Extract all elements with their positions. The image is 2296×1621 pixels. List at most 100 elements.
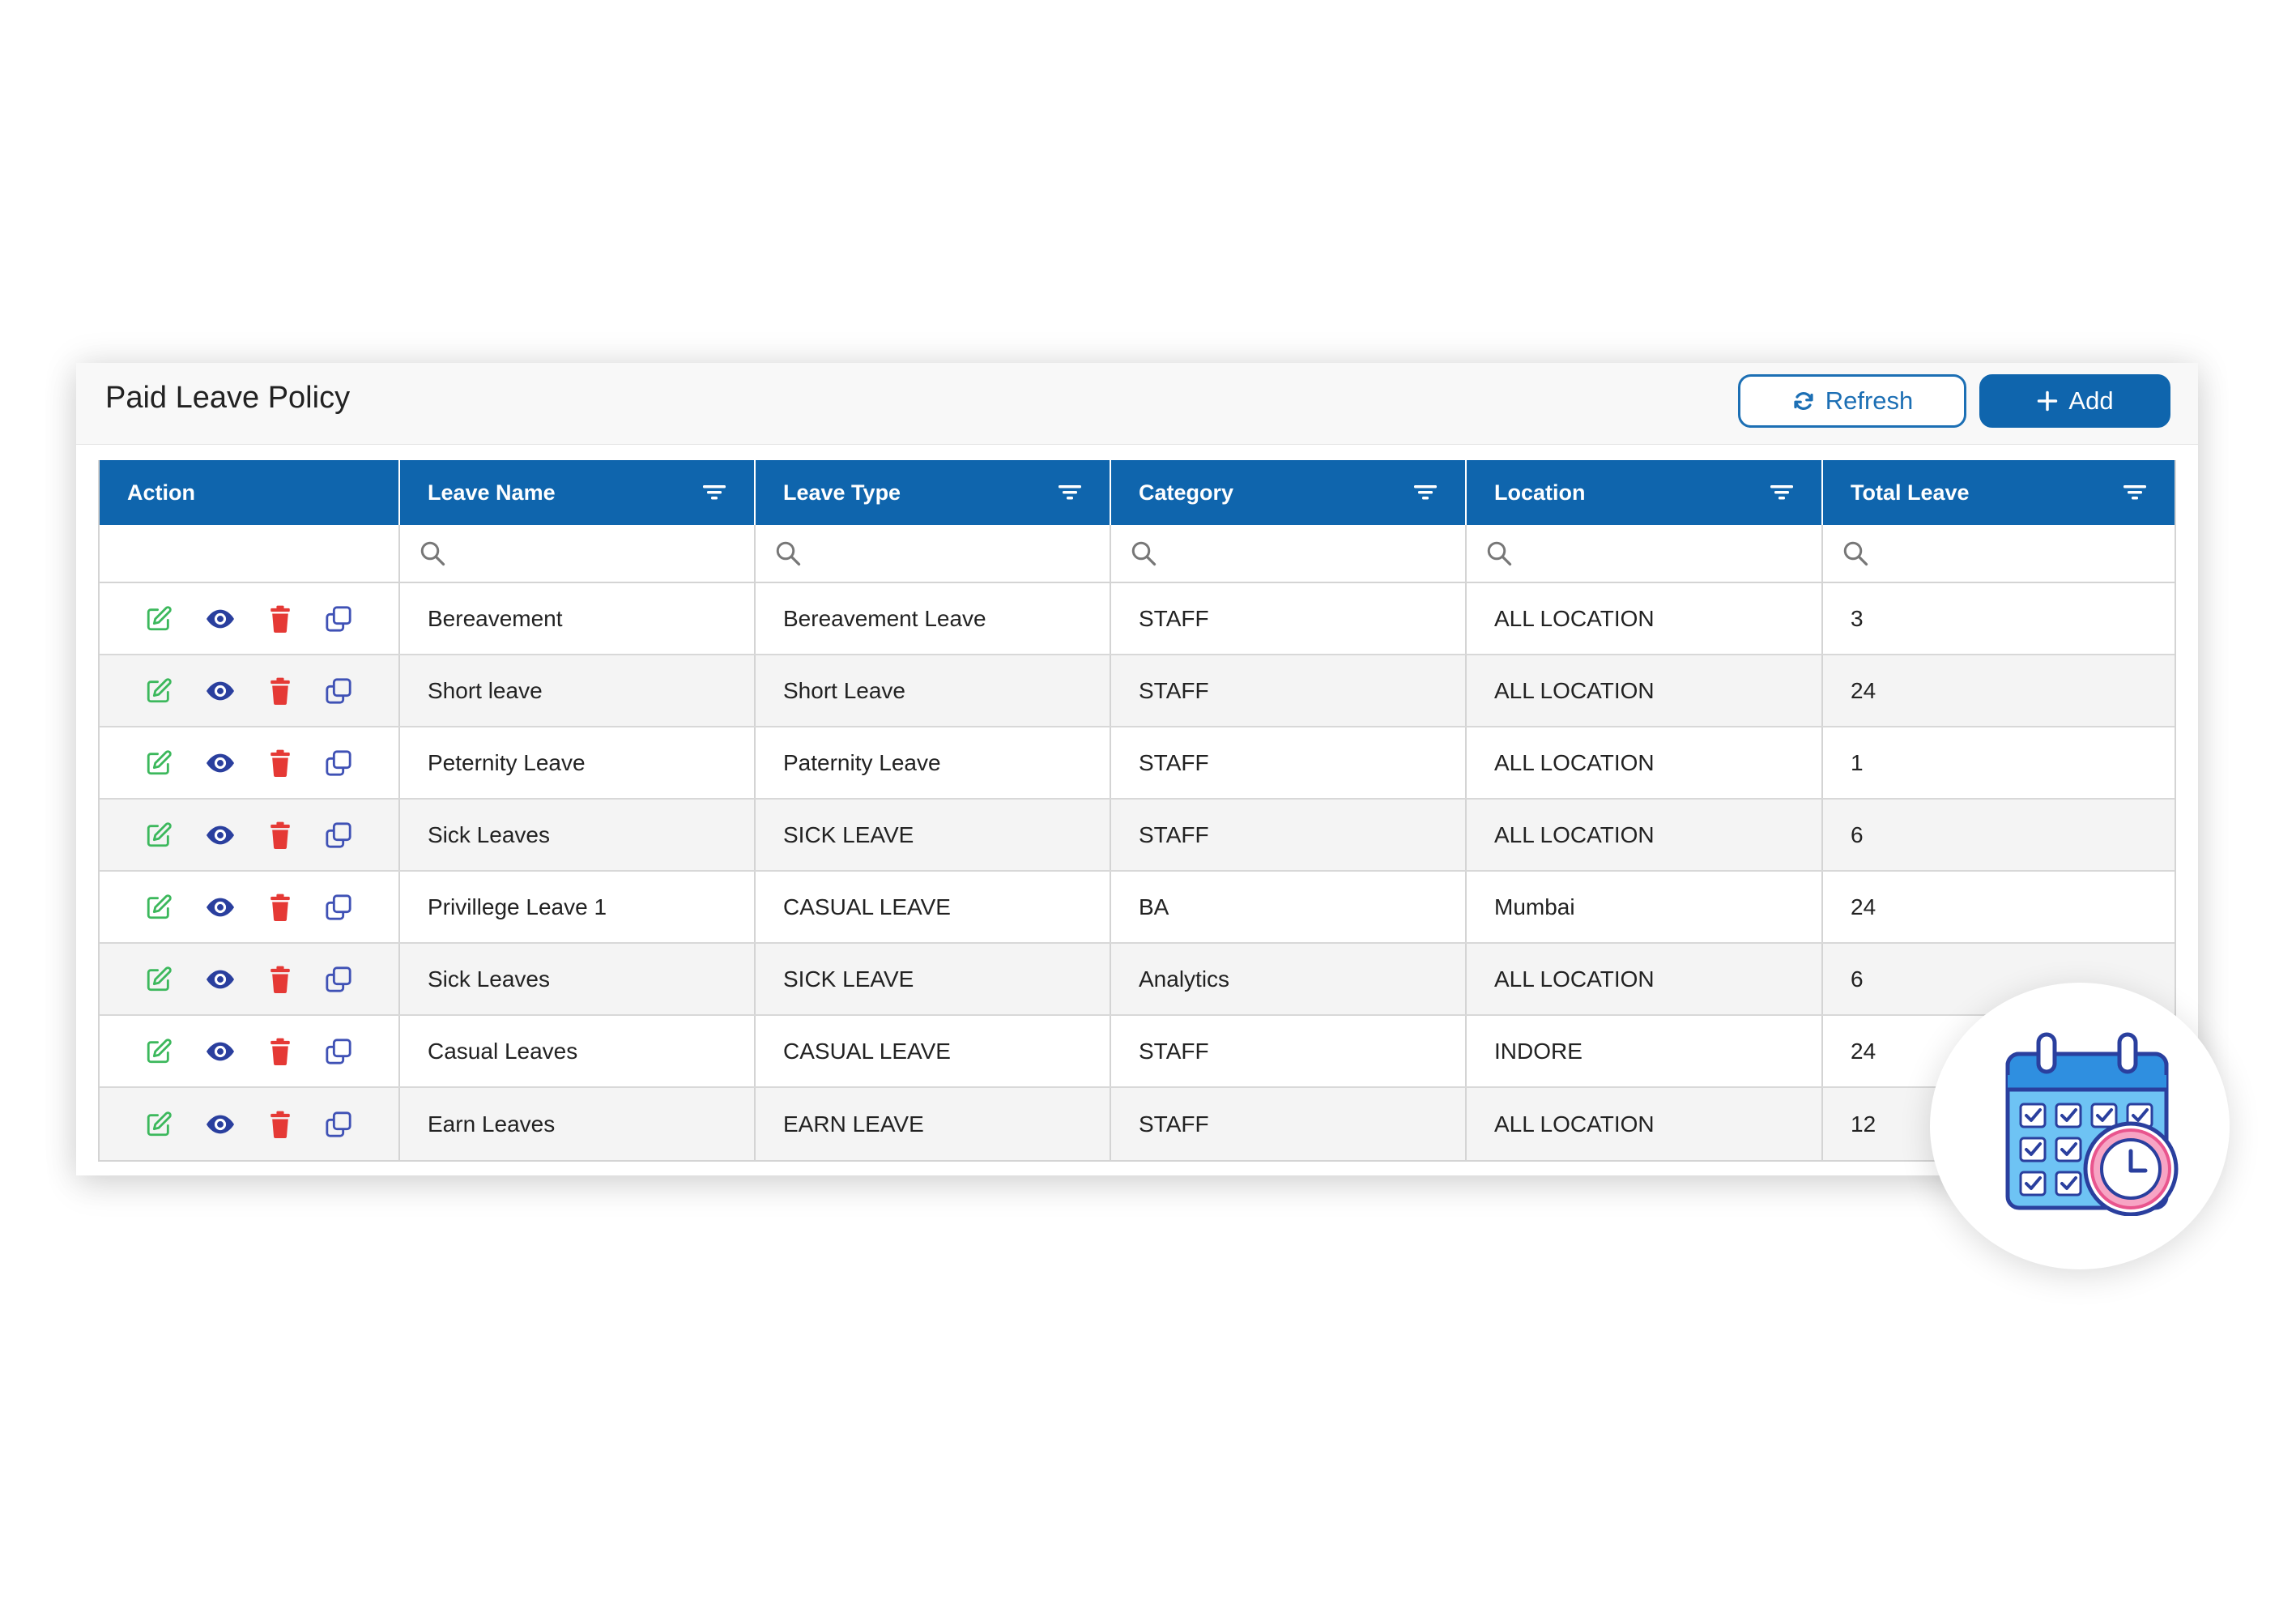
column-header-total-leave[interactable]: Total Leave	[1823, 460, 2175, 525]
copy-icon[interactable]	[325, 605, 352, 633]
leave-name-cell: Privillege Leave 1	[400, 872, 756, 942]
copy-icon[interactable]	[325, 894, 352, 921]
row-actions	[100, 800, 400, 870]
row-actions	[100, 655, 400, 726]
search-icon	[776, 541, 801, 566]
leave-type-cell: CASUAL LEAVE	[756, 872, 1111, 942]
category-cell: BA	[1111, 872, 1467, 942]
edit-icon[interactable]	[145, 821, 173, 849]
location-cell: ALL LOCATION	[1467, 655, 1823, 726]
leave-type-cell: CASUAL LEAVE	[756, 1016, 1111, 1086]
location-cell: ALL LOCATION	[1467, 800, 1823, 870]
search-icon	[1487, 541, 1512, 566]
paid-leave-policy-panel: Paid Leave Policy Refresh Add Action Lea…	[76, 363, 2198, 1175]
edit-icon[interactable]	[145, 749, 173, 777]
location-cell: INDORE	[1467, 1016, 1823, 1086]
category-cell: STAFF	[1111, 583, 1467, 654]
column-header-location[interactable]: Location	[1467, 460, 1823, 525]
filter-icon[interactable]	[2123, 483, 2147, 502]
eye-icon[interactable]	[205, 1038, 236, 1065]
eye-icon[interactable]	[205, 966, 236, 993]
column-header-action: Action	[100, 460, 400, 525]
copy-icon[interactable]	[325, 749, 352, 777]
category-cell: STAFF	[1111, 1088, 1467, 1160]
refresh-icon	[1794, 391, 1813, 411]
location-cell: Mumbai	[1467, 872, 1823, 942]
calendar-clock-icon	[2005, 1032, 2179, 1216]
leave-type-cell: Short Leave	[756, 655, 1111, 726]
location-cell: ALL LOCATION	[1467, 944, 1823, 1014]
column-header-leave-name[interactable]: Leave Name	[400, 460, 756, 525]
page-title: Paid Leave Policy	[105, 381, 351, 415]
copy-icon[interactable]	[325, 966, 352, 993]
column-header-category[interactable]: Category	[1111, 460, 1467, 525]
total-leave-cell: 24	[1851, 677, 1876, 703]
edit-icon[interactable]	[145, 894, 173, 921]
location-cell: ALL LOCATION	[1467, 583, 1823, 654]
row-actions	[100, 944, 400, 1014]
trash-icon[interactable]	[268, 1038, 292, 1065]
refresh-button[interactable]: Refresh	[1738, 374, 1966, 428]
edit-icon[interactable]	[145, 1111, 173, 1138]
filter-icon[interactable]	[1770, 483, 1794, 502]
search-input-location[interactable]	[1467, 525, 1823, 582]
trash-icon[interactable]	[268, 605, 292, 633]
eye-icon[interactable]	[205, 821, 236, 849]
leave-policy-table: Action Leave Name Leave Type Category Lo…	[98, 460, 2176, 1162]
search-icon	[1843, 541, 1868, 566]
table-row: Bereavement Bereavement Leave STAFF ALL …	[100, 583, 2175, 655]
trash-icon[interactable]	[268, 821, 292, 849]
trash-icon[interactable]	[268, 677, 292, 705]
leave-name-cell: Short leave	[400, 655, 756, 726]
edit-icon[interactable]	[145, 677, 173, 705]
leave-type-cell: Bereavement Leave	[756, 583, 1111, 654]
eye-icon[interactable]	[205, 677, 236, 705]
location-cell: ALL LOCATION	[1467, 727, 1823, 798]
row-actions	[100, 583, 400, 654]
leave-name-cell: Peternity Leave	[400, 727, 756, 798]
category-cell: STAFF	[1111, 655, 1467, 726]
row-actions	[100, 727, 400, 798]
copy-icon[interactable]	[325, 1038, 352, 1065]
search-input-leave-type[interactable]	[756, 525, 1111, 582]
trash-icon[interactable]	[268, 894, 292, 921]
refresh-button-label: Refresh	[1825, 386, 1914, 415]
search-input-leave-name[interactable]	[400, 525, 756, 582]
add-button[interactable]: Add	[1979, 374, 2170, 428]
leave-name-cell: Bereavement	[400, 583, 756, 654]
edit-icon[interactable]	[145, 605, 173, 633]
table-search-row	[100, 525, 2175, 583]
category-cell: STAFF	[1111, 1016, 1467, 1086]
table-row: Sick Leaves SICK LEAVE STAFF ALL LOCATIO…	[100, 800, 2175, 872]
filter-icon[interactable]	[1058, 483, 1082, 502]
column-header-leave-type[interactable]: Leave Type	[756, 460, 1111, 525]
leave-type-cell: SICK LEAVE	[756, 944, 1111, 1014]
search-input-total-leave[interactable]	[1823, 525, 2175, 582]
eye-icon[interactable]	[205, 1111, 236, 1138]
table-row: Earn Leaves EARN LEAVE STAFF ALL LOCATIO…	[100, 1088, 2175, 1160]
table-row: Casual Leaves CASUAL LEAVE STAFF INDORE …	[100, 1016, 2175, 1088]
table-body: Bereavement Bereavement Leave STAFF ALL …	[100, 583, 2175, 1160]
search-input-category[interactable]	[1111, 525, 1467, 582]
table-row: Peternity Leave Paternity Leave STAFF AL…	[100, 727, 2175, 800]
search-cell-action	[100, 525, 400, 582]
panel-header: Paid Leave Policy Refresh Add	[76, 363, 2198, 445]
trash-icon[interactable]	[268, 749, 292, 777]
eye-icon[interactable]	[205, 605, 236, 633]
filter-icon[interactable]	[702, 483, 726, 502]
table-header-row: Action Leave Name Leave Type Category Lo…	[100, 460, 2175, 525]
category-cell: STAFF	[1111, 800, 1467, 870]
leave-name-cell: Earn Leaves	[400, 1088, 756, 1160]
edit-icon[interactable]	[145, 1038, 173, 1065]
trash-icon[interactable]	[268, 1111, 292, 1138]
copy-icon[interactable]	[325, 1111, 352, 1138]
eye-icon[interactable]	[205, 749, 236, 777]
edit-icon[interactable]	[145, 966, 173, 993]
copy-icon[interactable]	[325, 821, 352, 849]
table-row: Short leave Short Leave STAFF ALL LOCATI…	[100, 655, 2175, 727]
leave-name-cell: Sick Leaves	[400, 800, 756, 870]
trash-icon[interactable]	[268, 966, 292, 993]
copy-icon[interactable]	[325, 677, 352, 705]
filter-icon[interactable]	[1413, 483, 1438, 502]
eye-icon[interactable]	[205, 894, 236, 921]
